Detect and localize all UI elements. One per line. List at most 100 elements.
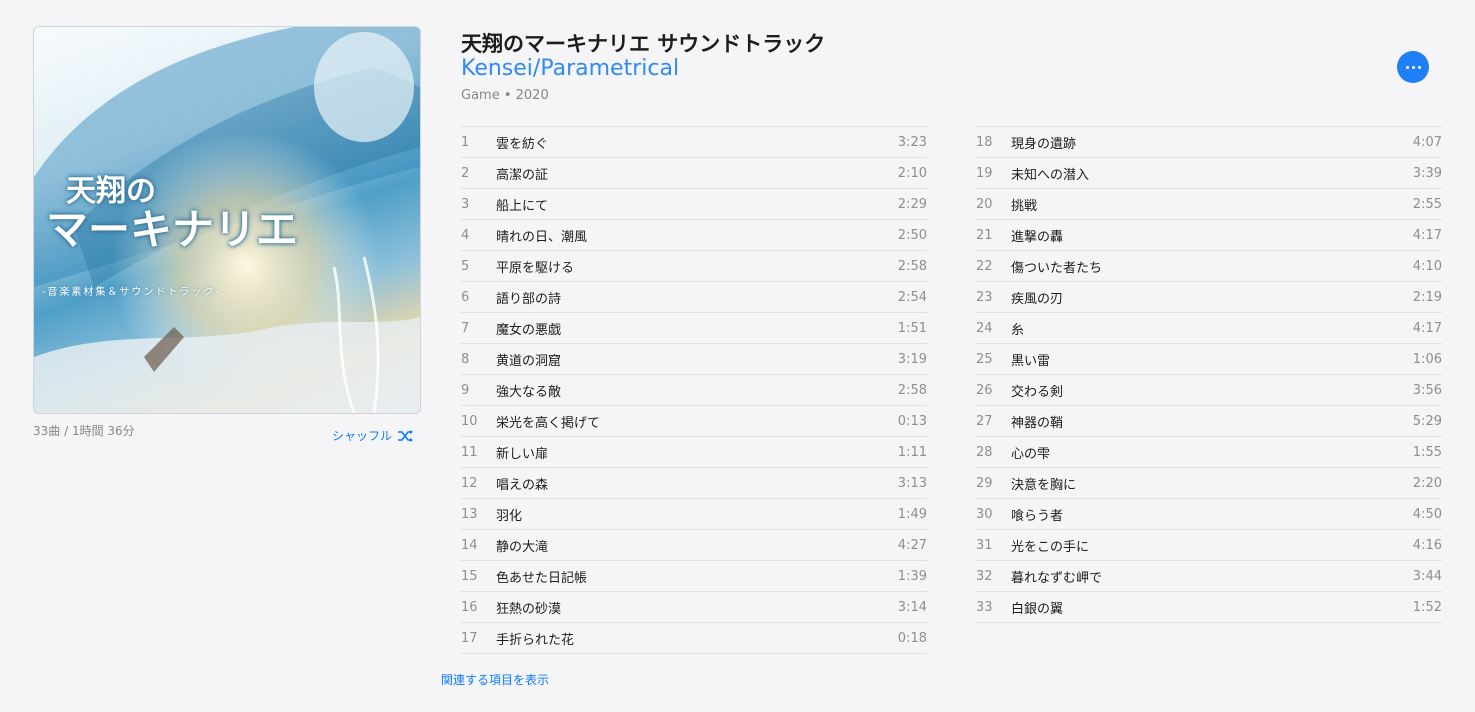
track-duration: 4:27 [897, 537, 927, 553]
track-number: 20 [976, 196, 993, 212]
track-title: 手折られた花 [496, 632, 575, 648]
track-number: 32 [976, 568, 993, 584]
track-row[interactable]: 10 栄光を高く掲げて 0:13 [461, 406, 927, 437]
track-row[interactable]: 31 光をこの手に 4:16 [976, 530, 1442, 561]
track-title: 心の雫 [1011, 446, 1051, 462]
track-row[interactable]: 20 挑戦 2:55 [976, 189, 1442, 220]
more-options-button[interactable] [1397, 51, 1429, 83]
track-title: 語り部の詩 [496, 291, 562, 307]
track-number: 26 [976, 382, 993, 398]
track-number: 19 [976, 165, 993, 181]
track-row[interactable]: 11 新しい扉 1:11 [461, 437, 927, 468]
track-row[interactable]: 4 晴れの日、潮風 2:50 [461, 220, 927, 251]
track-duration: 2:50 [897, 227, 927, 243]
track-duration: 3:44 [1412, 568, 1442, 584]
track-duration: 1:55 [1412, 444, 1442, 460]
track-row[interactable]: 6 語り部の詩 2:54 [461, 282, 927, 313]
track-number: 12 [461, 475, 478, 491]
artwork-title-line1: 天翔の [66, 174, 156, 209]
track-row[interactable]: 16 狂熱の砂漠 3:14 [461, 592, 927, 623]
artist-link[interactable]: Kensei/Parametrical [461, 56, 679, 81]
artwork-title-logo: 天翔の マーキナリエ [46, 177, 298, 251]
track-row[interactable]: 28 心の雫 1:55 [976, 437, 1442, 468]
track-title: 黒い雷 [1011, 353, 1051, 369]
track-duration: 0:13 [897, 413, 927, 429]
track-row[interactable]: 30 喰らう者 4:50 [976, 499, 1442, 530]
track-row[interactable]: 7 魔女の悪戯 1:51 [461, 313, 927, 344]
track-duration: 3:19 [897, 351, 927, 367]
track-title: 白銀の翼 [1011, 601, 1064, 617]
track-duration: 1:52 [1412, 599, 1442, 615]
track-duration: 4:16 [1412, 537, 1442, 553]
track-duration: 1:51 [897, 320, 927, 336]
track-number: 25 [976, 351, 993, 367]
track-number: 18 [976, 134, 993, 150]
track-list-left: 1 雲を紡ぐ 3:23 2 高潔の証 2:10 3 船上にて 2:29 4 晴れの日、潮風 2:50 5… [461, 126, 927, 654]
track-number: 31 [976, 537, 993, 553]
track-number: 29 [976, 475, 993, 491]
track-row[interactable]: 23 疾風の刃 2:19 [976, 282, 1442, 313]
track-title: 未知への潜入 [1011, 167, 1090, 183]
track-duration: 4:10 [1412, 258, 1442, 274]
track-row[interactable]: 27 神器の鞘 5:29 [976, 406, 1442, 437]
track-row[interactable]: 13 羽化 1:49 [461, 499, 927, 530]
track-duration: 5:29 [1412, 413, 1442, 429]
track-row[interactable]: 26 交わる剣 3:56 [976, 375, 1442, 406]
ellipsis-icon [1417, 65, 1421, 69]
track-row[interactable]: 1 雲を紡ぐ 3:23 [461, 127, 927, 158]
track-row[interactable]: 2 高潔の証 2:10 [461, 158, 927, 189]
track-title: 挑戦 [1011, 198, 1038, 214]
track-title: 高潔の証 [496, 167, 549, 183]
track-row[interactable]: 21 進撃の轟 4:17 [976, 220, 1442, 251]
track-number: 27 [976, 413, 993, 429]
track-number: 4 [461, 227, 470, 243]
track-row[interactable]: 22 傷ついた者たち 4:10 [976, 251, 1442, 282]
artwork-subtitle: -音楽素材集＆サウンドトラック- [42, 287, 221, 298]
ellipsis-icon [1405, 65, 1409, 69]
track-duration: 3:23 [897, 134, 927, 150]
track-number: 24 [976, 320, 993, 336]
track-title: 喰らう者 [1011, 508, 1064, 524]
show-related-link[interactable]: 関連する項目を表示 [441, 671, 549, 688]
track-row[interactable]: 32 暮れなずむ岬で 3:44 [976, 561, 1442, 592]
track-row[interactable]: 8 黄道の洞窟 3:19 [461, 344, 927, 375]
album-artwork[interactable]: 天翔の マーキナリエ -音楽素材集＆サウンドトラック- [33, 26, 421, 414]
track-duration: 1:11 [897, 444, 927, 460]
track-number: 1 [461, 134, 470, 150]
track-title: 疾風の刃 [1011, 291, 1064, 307]
track-row[interactable]: 9 強大なる敵 2:58 [461, 375, 927, 406]
track-row[interactable]: 18 現身の遺跡 4:07 [976, 127, 1442, 158]
track-row[interactable]: 25 黒い雷 1:06 [976, 344, 1442, 375]
track-duration: 2:19 [1412, 289, 1442, 305]
track-number: 6 [461, 289, 470, 305]
track-duration: 0:18 [897, 630, 927, 646]
track-duration: 2:29 [897, 196, 927, 212]
track-row[interactable]: 33 白銀の翼 1:52 [976, 592, 1442, 623]
track-number: 2 [461, 165, 470, 181]
track-row[interactable]: 19 未知への潜入 3:39 [976, 158, 1442, 189]
track-number: 14 [461, 537, 478, 553]
track-row[interactable]: 15 色あせた日記帳 1:39 [461, 561, 927, 592]
track-title: 糸 [1011, 322, 1025, 338]
track-row[interactable]: 3 船上にて 2:29 [461, 189, 927, 220]
track-count-duration: 33曲 / 1時間 36分 [33, 424, 135, 438]
shuffle-button[interactable]: シャッフル [332, 427, 415, 444]
track-title: 平原を駆ける [496, 260, 575, 276]
track-row[interactable]: 24 糸 4:17 [976, 313, 1442, 344]
track-number: 28 [976, 444, 993, 460]
track-number: 13 [461, 506, 478, 522]
track-number: 21 [976, 227, 993, 243]
track-title: 光をこの手に [1011, 539, 1090, 555]
track-title: 静の大滝 [496, 539, 549, 555]
track-row[interactable]: 14 静の大滝 4:27 [461, 530, 927, 561]
track-number: 8 [461, 351, 470, 367]
track-row[interactable]: 12 唱えの森 3:13 [461, 468, 927, 499]
shuffle-icon [398, 429, 414, 442]
track-row[interactable]: 5 平原を駆ける 2:58 [461, 251, 927, 282]
track-row[interactable]: 29 決意を胸に 2:20 [976, 468, 1442, 499]
track-title: 唱えの森 [496, 477, 549, 493]
track-duration: 2:55 [1412, 196, 1442, 212]
track-row[interactable]: 17 手折られた花 0:18 [461, 623, 927, 654]
genre-year: Game • 2020 [461, 88, 549, 103]
track-number: 22 [976, 258, 993, 274]
